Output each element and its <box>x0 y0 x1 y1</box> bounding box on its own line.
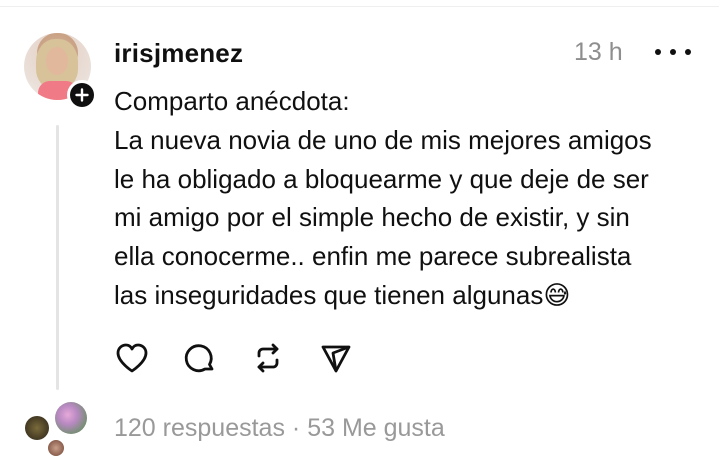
post-timestamp: 13 h <box>574 38 623 66</box>
reply-button[interactable] <box>182 340 218 376</box>
replies-count[interactable]: 120 respuestas <box>114 414 285 442</box>
send-icon <box>321 345 351 373</box>
plus-icon <box>70 83 94 107</box>
more-horizontal-icon-dot <box>685 49 691 55</box>
post-stats: 120 respuestas · 53 Me gusta <box>114 414 445 443</box>
likes-count[interactable]: 53 Me gusta <box>307 414 445 442</box>
replier-avatar <box>55 402 87 434</box>
heart-icon <box>116 343 148 373</box>
replier-avatar <box>25 416 49 440</box>
like-button[interactable] <box>114 340 150 376</box>
replier-avatar <box>48 440 64 456</box>
comment-icon <box>184 344 214 373</box>
share-button[interactable] <box>318 340 354 376</box>
follow-button[interactable] <box>67 80 97 110</box>
more-horizontal-icon-dot <box>670 49 676 55</box>
avatar-face <box>46 47 68 75</box>
stats-separator: · <box>291 414 301 442</box>
repost-icon <box>257 343 279 373</box>
top-divider <box>0 0 719 7</box>
more-horizontal-icon-dot <box>655 49 661 55</box>
username[interactable]: irisjmenez <box>114 38 243 69</box>
repost-button[interactable] <box>250 340 286 376</box>
replier-avatars <box>24 400 94 460</box>
thread-line <box>56 125 59 390</box>
more-options-button[interactable] <box>655 44 691 60</box>
post-body: Comparto anécdota: La nueva novia de uno… <box>114 86 652 310</box>
action-bar <box>114 340 386 376</box>
